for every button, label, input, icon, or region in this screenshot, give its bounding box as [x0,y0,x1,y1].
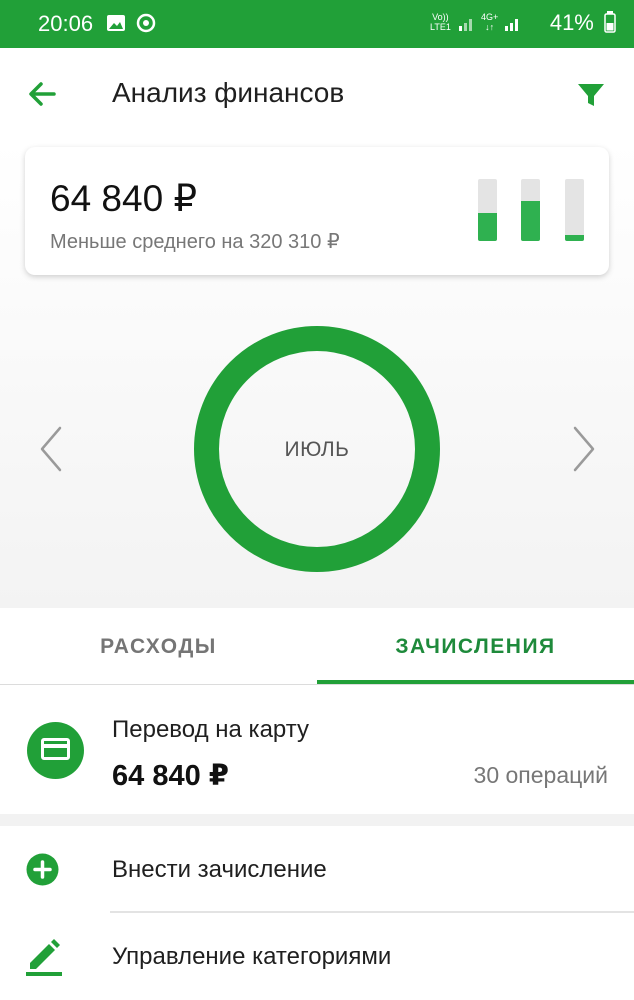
manage-categories-label: Управление категориями [112,943,392,970]
summary-amount: 64 840 ₽ [50,178,197,219]
status-time: 20:06 [38,11,94,36]
signal-icon-2 [504,14,522,37]
chevron-left-icon [40,426,62,472]
active-tab-indicator [317,680,634,684]
mini-bar-fill [478,213,497,241]
tab-income[interactable]: ЗАЧИСЛЕНИЯ [317,608,634,685]
back-button[interactable] [24,76,64,112]
donut-center-label: ИЮЛЬ [284,438,350,461]
plus-circle-icon [26,853,59,886]
battery-status: 41% [550,10,616,36]
section-separator [0,814,634,826]
status-bar: 20:06 Vo)) LTE1 4G+ ↓↑ 41% [0,0,634,48]
prev-month-button[interactable] [36,424,66,474]
network-4g-label: 4G+ ↓↑ [481,12,499,32]
category-row[interactable]: Перевод на карту 64 840 ₽ 30 операций [0,686,634,814]
mini-bar [521,179,540,241]
chrome-icon [136,13,156,38]
add-income-label: Внести зачисление [112,856,327,883]
mini-bar-fill [565,234,584,241]
battery-icon [604,11,616,33]
summary-subtitle: Меньше среднего на 320 310 ₽ [50,231,340,253]
arrow-left-icon [29,82,56,106]
category-amount: 64 840 ₽ [112,760,229,792]
mini-bar-fill [521,200,540,241]
app-bar: Анализ финансов [0,48,634,140]
summary-card[interactable]: 64 840 ₽ Меньше среднего на 320 310 ₽ [25,147,609,275]
tab-bar: РАСХОДЫ ЗАЧИСЛЕНИЯ [0,608,634,685]
filter-icon [578,84,604,106]
page-title: Анализ финансов [112,77,345,108]
battery-percent: 41% [549,10,594,35]
pencil-icon [26,939,62,976]
mini-bar [478,179,497,241]
next-month-button[interactable] [569,424,599,474]
tab-expenses[interactable]: РАСХОДЫ [0,608,317,685]
image-icon [106,13,126,38]
network-lte-label: Vo)) LTE1 [430,12,451,32]
category-count: 30 операций [473,762,608,788]
filter-button[interactable] [574,78,608,112]
mini-bar [565,179,584,241]
chevron-right-icon [573,426,595,472]
manage-categories-button[interactable]: Управление категориями [0,913,634,1000]
add-income-button[interactable]: Внести зачисление [0,826,634,914]
category-label: Перевод на карту [112,716,309,743]
credit-card-icon [27,722,84,779]
signal-icon [458,14,476,37]
